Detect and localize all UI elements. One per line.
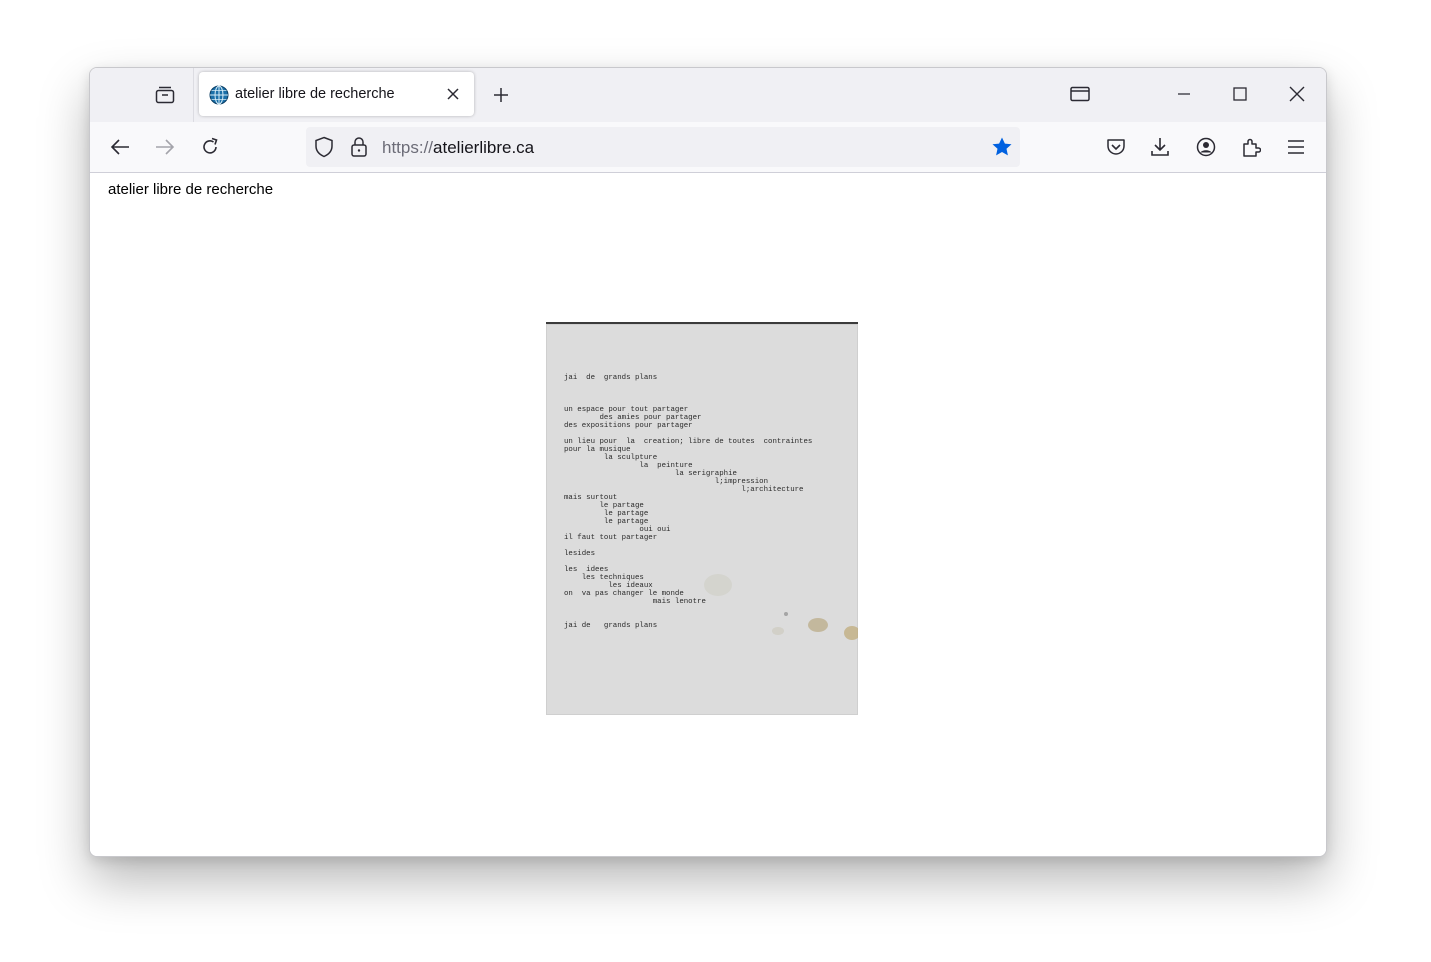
account-icon[interactable] — [1188, 131, 1224, 163]
url-text[interactable]: https://atelierlibre.ca — [382, 138, 534, 158]
paper-speck — [784, 612, 788, 616]
paper-stain — [704, 574, 732, 596]
tab-divider — [193, 68, 194, 122]
tab-title: atelier libre de recherche — [235, 86, 395, 102]
url-protocol: https:// — [382, 138, 434, 157]
paper-stain — [844, 626, 858, 640]
tab-bar: atelier libre de recherche — [90, 68, 1326, 122]
paper-stain — [772, 627, 784, 635]
extensions-icon[interactable] — [1233, 131, 1269, 163]
firefox-view-icon[interactable] — [147, 79, 183, 111]
back-arrow-icon[interactable] — [102, 131, 138, 163]
site-title: atelier libre de recherche — [108, 181, 274, 198]
close-window-icon[interactable] — [1279, 78, 1315, 110]
pocket-icon[interactable] — [1098, 131, 1134, 163]
close-tab-icon[interactable] — [438, 79, 468, 109]
minimize-icon[interactable] — [1166, 78, 1202, 110]
browser-window: atelier libre de recherche https://ateli… — [89, 67, 1327, 857]
download-icon[interactable] — [1142, 131, 1178, 163]
tab-active[interactable]: atelier libre de recherche — [199, 72, 474, 116]
shield-icon[interactable] — [314, 136, 334, 163]
maximize-icon[interactable] — [1222, 78, 1258, 110]
page-content: atelier libre de recherche jai de grands… — [90, 173, 1326, 856]
lock-icon[interactable] — [350, 136, 368, 163]
typewritten-poem: jai de grands plans un espace pour tout … — [564, 374, 813, 630]
forward-arrow-icon[interactable] — [147, 131, 183, 163]
paper-stain — [808, 618, 828, 632]
address-bar[interactable]: https://atelierlibre.ca — [306, 127, 1020, 167]
navigation-toolbar: https://atelierlibre.ca — [90, 122, 1326, 173]
reload-icon[interactable] — [192, 131, 228, 163]
new-tab-icon[interactable] — [483, 79, 519, 111]
typewritten-manifesto-image: jai de grands plans un espace pour tout … — [546, 322, 858, 715]
menu-icon[interactable] — [1278, 131, 1314, 163]
tab-list-icon[interactable] — [1062, 78, 1098, 110]
star-filled-icon[interactable] — [991, 136, 1013, 163]
globe-icon — [209, 85, 229, 110]
url-domain: atelierlibre.ca — [433, 138, 535, 157]
